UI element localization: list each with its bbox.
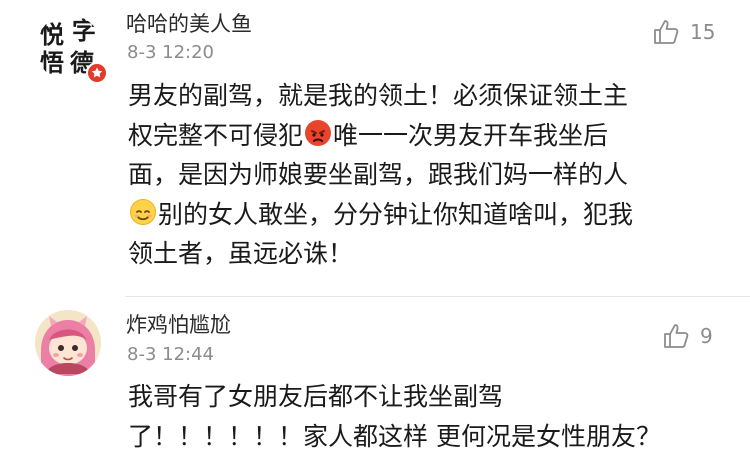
avatar-calligraphy-char: 悦 — [40, 20, 64, 49]
timestamp: 8-3 12:44 — [127, 344, 214, 365]
angry-emoji-icon — [305, 119, 332, 146]
username[interactable]: 炸鸡怕尴尬 — [126, 309, 231, 339]
like-count: 9 — [700, 324, 713, 348]
cartoon-girl-avatar-icon[interactable] — [35, 310, 101, 376]
comment-line: 男友的副驾，就是我的领土！必须保证领土主 — [128, 81, 629, 110]
comment-line: 我哥有了女朋友后都不让我坐副驾 — [128, 382, 504, 411]
avatar-calligraphy-char: 字 — [72, 16, 96, 45]
comment-item: 炸鸡怕尴尬 8-3 12:44 9 我哥有了女朋友后都不让我坐副驾 了！！！！！… — [0, 297, 750, 461]
username[interactable]: 哈哈的美人鱼 — [126, 8, 252, 38]
comment-line: 权完整不可侵犯 唯一一次男友开车我坐后 — [128, 119, 609, 150]
smile-emoji-icon — [130, 198, 156, 225]
like-button[interactable]: 15 — [652, 18, 715, 46]
comment-line: 别的女人敢坐，分分钟让你知道啥叫，犯我 — [128, 195, 633, 235]
like-count: 15 — [690, 20, 716, 44]
thumbs-up-icon — [664, 324, 689, 348]
comment-line: 了！！！！！！家人都这样 更何况是女性朋友？ — [128, 421, 661, 451]
thumbs-up-icon — [654, 20, 679, 44]
like-button[interactable]: 9 — [662, 322, 713, 350]
comment-text: 男友的副驾，就是我的领土！必须保证领土主 权完整不可侵犯 唯一一次男友开车我坐后 … — [128, 76, 633, 274]
comment-text: 我哥有了女朋友后都不让我坐副驾 了！！！！！！家人都这样 更何况是女性朋友？ — [128, 377, 661, 456]
comment-line: 领土者，虽远必诛！ — [128, 239, 354, 268]
comment-line: 面，是因为师娘要坐副驾，跟我们妈一样的人 — [128, 160, 629, 189]
timestamp: 8-3 12:20 — [127, 42, 214, 63]
verified-badge-icon — [86, 62, 108, 84]
avatar-calligraphy-char: 悟 — [40, 48, 64, 77]
comment-item: 悦 字 悟 德 哈哈的美人鱼 8-3 12:20 15 男友的副驾，就是我的领土… — [0, 0, 750, 297]
